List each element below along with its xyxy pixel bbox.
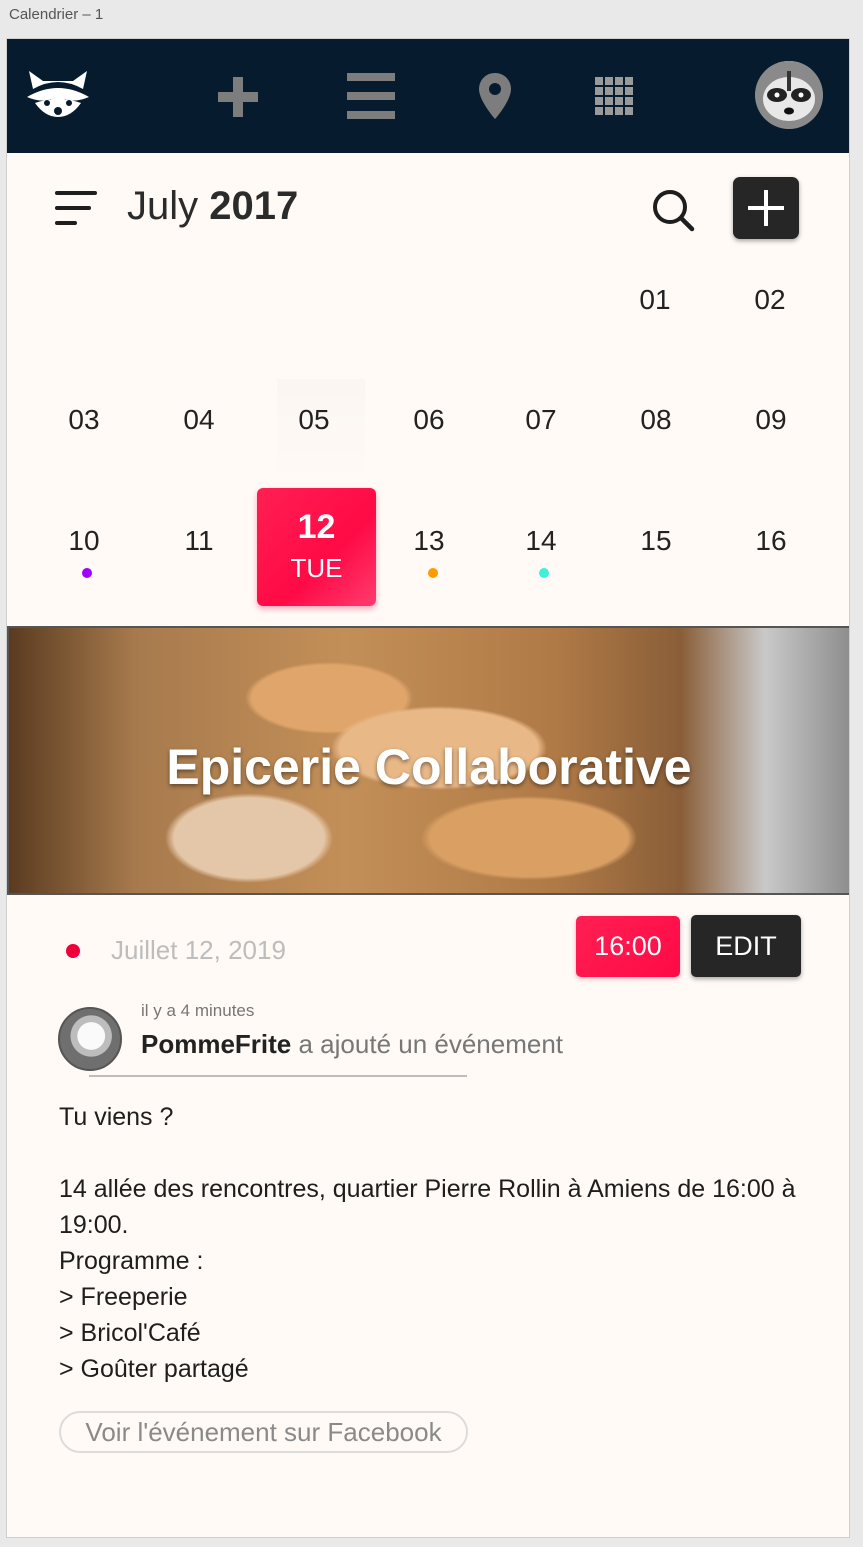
- calendar-day[interactable]: 11: [159, 525, 239, 557]
- calendar-day[interactable]: 13: [389, 525, 469, 557]
- event-dot: [539, 568, 549, 578]
- menu-icon[interactable]: [55, 191, 97, 227]
- map-pin-icon[interactable]: [477, 71, 513, 121]
- list-icon[interactable]: [347, 73, 395, 119]
- calendar-day[interactable]: 05: [274, 404, 354, 436]
- month-label: July: [127, 184, 199, 228]
- calendar-day[interactable]: 03: [44, 404, 124, 436]
- author-avatar[interactable]: [58, 1007, 122, 1071]
- event-dot: [428, 568, 438, 578]
- calendar-day[interactable]: 02: [730, 284, 810, 316]
- calendar-day[interactable]: 07: [501, 404, 581, 436]
- app-frame: July 2017 01 02 03 04 05 06 07 08 09 10 …: [6, 38, 850, 1538]
- event-time-badge: 16:00: [576, 916, 680, 977]
- raccoon-logo-icon[interactable]: [25, 67, 91, 125]
- calendar-day[interactable]: 14: [501, 525, 581, 557]
- time-ago: il y a 4 minutes: [141, 1001, 255, 1020]
- calendar-day[interactable]: 16: [731, 525, 811, 557]
- search-icon[interactable]: [651, 188, 695, 232]
- year-label: 2017: [209, 184, 299, 228]
- calendar-day[interactable]: 06: [389, 404, 469, 436]
- month-title: July 2017: [127, 184, 298, 229]
- window-title: Calendrier – 1: [9, 6, 104, 23]
- event-dot: [82, 568, 92, 578]
- event-description: Tu viens ? 14 allée des rencontres, quar…: [59, 1103, 796, 1383]
- calendar-day[interactable]: 15: [616, 525, 696, 557]
- facebook-event-link[interactable]: Voir l'événement sur Facebook: [59, 1411, 468, 1453]
- add-event-button[interactable]: [733, 177, 799, 239]
- selected-day-weekday: TUE: [290, 553, 343, 583]
- plus-icon[interactable]: [213, 77, 263, 117]
- selected-day[interactable]: 12 TUE: [257, 488, 376, 606]
- calendar-day[interactable]: 08: [616, 404, 696, 436]
- activity-line: PommeFrite a ajouté un événement: [141, 1029, 563, 1060]
- divider: [89, 1075, 467, 1077]
- top-navigation: [7, 39, 849, 153]
- event-color-dot: [66, 944, 80, 958]
- selected-day-number: 12: [297, 508, 336, 546]
- activity-text: a ajouté un événement: [298, 1029, 564, 1059]
- event-date: Juillet 12, 2019: [111, 935, 286, 965]
- user-avatar[interactable]: [755, 61, 823, 129]
- event-banner: Epicerie Collaborative: [7, 626, 849, 895]
- calendar-day[interactable]: 09: [731, 404, 811, 436]
- calendar-day[interactable]: 01: [615, 284, 695, 316]
- author-name[interactable]: PommeFrite: [141, 1029, 291, 1059]
- event-title: Epicerie Collaborative: [166, 739, 692, 795]
- edit-button[interactable]: EDIT: [691, 915, 801, 977]
- calendar-day[interactable]: 10: [44, 525, 124, 557]
- grid-icon[interactable]: [595, 77, 635, 115]
- calendar-day[interactable]: 04: [159, 404, 239, 436]
